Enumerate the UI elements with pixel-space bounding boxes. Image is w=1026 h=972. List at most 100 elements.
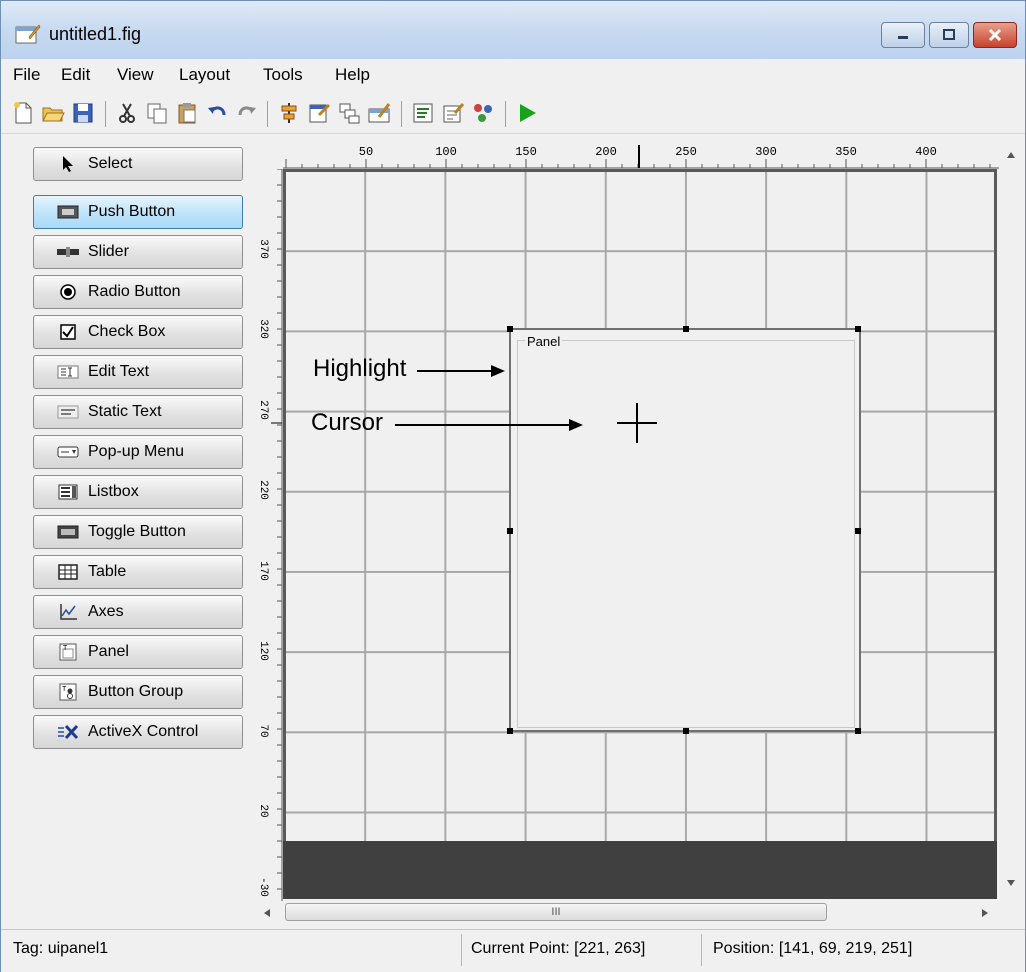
figure-file-icon — [15, 24, 41, 44]
panel-border — [517, 340, 855, 728]
arrow-cursor-icon — [63, 156, 73, 172]
status-tag: Tag: uipanel1 — [13, 940, 109, 957]
palette-label: Static Text — [88, 403, 162, 420]
property-inspector-icon[interactable] — [441, 101, 465, 125]
palette-listbox-button[interactable]: Listbox — [33, 475, 243, 509]
scroll-down-arrow-icon[interactable] — [1006, 879, 1016, 887]
palette-toggle-button[interactable]: Toggle Button — [33, 515, 243, 549]
title-bar: untitled1.fig — [1, 1, 1025, 59]
toolbar-separator — [105, 101, 106, 127]
editor-icon[interactable] — [411, 101, 435, 125]
ruler-label: 250 — [675, 145, 697, 159]
button-group-icon: T — [59, 683, 77, 701]
svg-text:T: T — [62, 686, 67, 693]
guide-window: untitled1.fig File Edit View Layout Tool… — [0, 0, 1026, 972]
minimize-button[interactable] — [881, 22, 925, 48]
palette-label: Select — [88, 155, 133, 172]
status-separator — [701, 934, 702, 966]
palette-panel-button[interactable]: T Panel — [33, 635, 243, 669]
crosshair-cursor-icon — [617, 403, 657, 443]
status-current-point: Current Point: [221, 263] — [471, 940, 646, 957]
ruler-label: 70 — [257, 724, 269, 737]
redo-icon[interactable] — [235, 101, 259, 125]
palette-check-box-button[interactable]: Check Box — [33, 315, 243, 349]
resize-handle[interactable] — [507, 728, 513, 734]
cut-icon[interactable] — [115, 101, 139, 125]
palette-push-button[interactable]: Push Button — [33, 195, 243, 229]
toolbar-separator — [401, 101, 402, 127]
check-box-icon — [60, 324, 76, 340]
maximize-icon — [943, 29, 955, 40]
palette-activex-button[interactable]: ActiveX Control — [33, 715, 243, 749]
menu-layout[interactable]: Layout — [179, 65, 230, 85]
palette-axes-button[interactable]: Axes — [33, 595, 243, 629]
toolbar-editor-icon[interactable] — [367, 101, 391, 125]
scrollbar-thumb[interactable]: III — [285, 903, 827, 921]
svg-text:T: T — [63, 645, 68, 652]
ruler-label: -30 — [257, 877, 269, 897]
popup-menu-icon — [57, 446, 79, 458]
menu-edit[interactable]: Edit — [61, 65, 90, 85]
scroll-left-arrow-icon[interactable] — [263, 908, 271, 918]
menu-tools[interactable]: Tools — [263, 65, 303, 85]
status-position: Position: [141, 69, 219, 251] — [713, 940, 913, 957]
palette-table-button[interactable]: Table — [33, 555, 243, 589]
object-browser-icon[interactable] — [471, 101, 495, 125]
palette-static-text-button[interactable]: Static Text — [33, 395, 243, 429]
scroll-right-arrow-icon[interactable] — [981, 908, 989, 918]
palette-select-button[interactable]: Select — [33, 147, 243, 181]
push-button-icon — [57, 205, 79, 219]
ruler-label: 270 — [257, 400, 269, 420]
ruler-label: 50 — [359, 145, 373, 159]
menu-file[interactable]: File — [13, 65, 40, 85]
palette-label: Radio Button — [88, 283, 181, 300]
palette-popup-menu-button[interactable]: Pop-up Menu — [33, 435, 243, 469]
highlight-annotation: Highlight — [313, 355, 407, 382]
palette-slider-button[interactable]: Slider — [33, 235, 243, 269]
vertical-scrollbar[interactable] — [999, 139, 1023, 899]
palette-edit-text-button[interactable]: Edit Text — [33, 355, 243, 389]
status-bar: Tag: uipanel1 Current Point: [221, 263] … — [1, 929, 1025, 972]
ruler-label: 370 — [257, 239, 269, 259]
palette-label: Button Group — [88, 683, 184, 700]
resize-handle[interactable] — [855, 326, 861, 332]
copy-icon[interactable] — [145, 101, 169, 125]
menu-editor-icon[interactable] — [307, 101, 331, 125]
listbox-icon — [58, 484, 78, 500]
scroll-up-arrow-icon[interactable] — [1006, 151, 1016, 159]
tab-order-icon[interactable] — [337, 101, 361, 125]
palette-radio-button[interactable]: Radio Button — [33, 275, 243, 309]
menu-bar: File Edit View Layout Tools Help — [1, 59, 1025, 91]
open-icon[interactable] — [41, 101, 65, 125]
align-icon[interactable] — [277, 101, 301, 125]
palette-label: Axes — [88, 603, 124, 620]
paste-icon[interactable] — [175, 101, 199, 125]
vertical-ruler: 370 320 270 220 170 120 70 20 -30 — [257, 169, 283, 901]
palette-label: Toggle Button — [88, 523, 186, 540]
uipanel[interactable]: Panel — [507, 326, 861, 734]
resize-handle[interactable] — [683, 326, 689, 332]
undo-icon[interactable] — [205, 101, 229, 125]
palette-label: Table — [88, 563, 127, 580]
run-icon[interactable] — [515, 101, 539, 125]
resize-handle[interactable] — [507, 326, 513, 332]
canvas-offscreen-area — [283, 841, 997, 899]
close-button[interactable] — [973, 22, 1017, 48]
resize-handle[interactable] — [855, 728, 861, 734]
ruler-label: 20 — [257, 804, 269, 817]
resize-handle[interactable] — [855, 528, 861, 534]
maximize-button[interactable] — [929, 22, 969, 48]
toolbar-separator — [267, 101, 268, 127]
ruler-label: 120 — [257, 641, 269, 661]
horizontal-scrollbar[interactable]: III — [251, 901, 999, 925]
menu-help[interactable]: Help — [335, 65, 370, 85]
palette-label: ActiveX Control — [88, 723, 199, 740]
new-icon[interactable] — [11, 101, 35, 125]
resize-handle[interactable] — [683, 728, 689, 734]
palette-button-group-button[interactable]: T Button Group — [33, 675, 243, 709]
resize-handle[interactable] — [507, 528, 513, 534]
save-icon[interactable] — [71, 101, 95, 125]
radio-button-icon — [60, 284, 76, 300]
ruler-label: 150 — [515, 145, 537, 159]
menu-view[interactable]: View — [117, 65, 154, 85]
